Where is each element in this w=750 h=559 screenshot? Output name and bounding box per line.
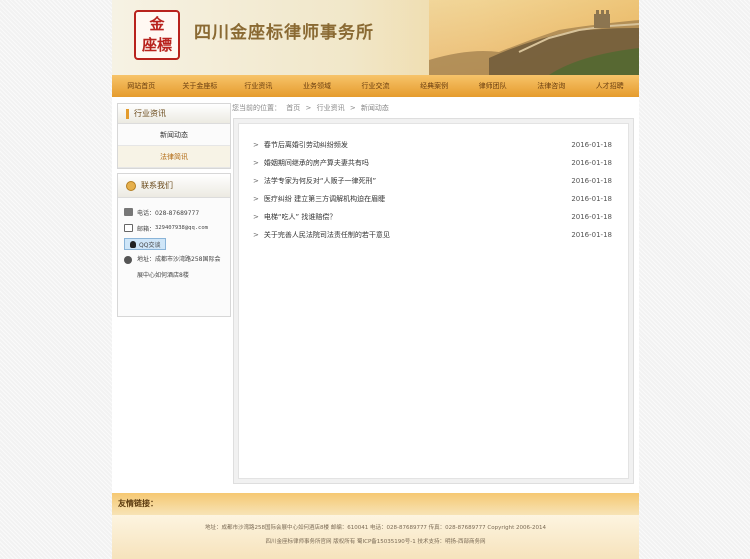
list-item[interactable]: 婚姻期间继承的房产算夫妻共有吗 2016-01-18 [239,154,628,172]
nav-item-about[interactable]: 关于金座标 [171,75,230,97]
qq-label: QQ交谈 [139,241,161,249]
nav-item-exchange[interactable]: 行业交流 [346,75,405,97]
sidebar-item-legal-brief[interactable]: 法律简讯 [118,146,230,168]
person-icon [126,180,136,191]
logo-text-1: 金 [149,15,165,33]
great-wall-banner-image [429,0,639,75]
list-item[interactable]: 春节后离婚引劳动纠纷频发 2016-01-18 [239,136,628,154]
nav-item-industry-news[interactable]: 行业资讯 [229,75,288,97]
breadcrumb: 您当前的位置： 首页 > 行业资讯 > 新闻动态 [232,103,392,113]
site-header: 金 座標 四川金座标律师事务所 [112,0,639,75]
email-label: 邮箱： [137,225,156,233]
contact-title: 联系我们 [141,180,173,190]
phone-row: 电话：028-87689777 [124,204,224,220]
logo-text-2: 座標 [141,36,172,54]
mail-icon [124,224,133,232]
nav-item-consulting[interactable]: 法律咨询 [522,75,581,97]
location-icon [124,256,132,264]
category-box: 行业资讯 新闻动态 法律简讯 [117,103,231,169]
page: 金 座標 四川金座标律师事务所 网站首页 关于金座标 行业资讯 业务领域 行业交… [112,0,639,559]
qq-penguin-icon [130,240,136,248]
site-footer: 地址：成都市沙湾路258国际会展中心如何酒店8楼 邮编：610041 电话：02… [112,515,639,559]
list-item[interactable]: 电梯“吃人” 找谁赔偿？ 2016-01-18 [239,208,628,226]
nav-item-home[interactable]: 网站首页 [112,75,171,97]
nav-item-cases[interactable]: 经典案例 [405,75,464,97]
footer-address: 地址：成都市沙湾路258国际会展中心如何酒店8楼 邮编：610041 电话：02… [204,525,547,531]
news-list-panel: 春节后离婚引劳动纠纷频发 2016-01-18 婚姻期间继承的房产算夫妻共有吗 … [233,118,634,484]
list-item[interactable]: 医疗纠纷 建立第三方调解机构迫在眉睫 2016-01-18 [239,190,628,208]
news-title[interactable]: 电梯“吃人” 找谁赔偿？ [253,208,336,226]
news-title[interactable]: 春节后离婚引劳动纠纷频发 [253,136,348,154]
breadcrumb-separator: > [305,104,312,112]
nav-item-careers[interactable]: 人才招聘 [581,75,640,97]
list-item[interactable]: 法学专家为何反对“人贩子一律死刑” 2016-01-18 [239,172,628,190]
news-date: 2016-01-18 [571,159,612,167]
phone-icon [124,208,133,216]
news-title[interactable]: 关于完善人民法院司法责任制的若干意见 [253,226,390,244]
header-bar-icon [126,108,129,119]
sidebar-item-news[interactable]: 新闻动态 [118,124,230,146]
news-title[interactable]: 医疗纠纷 建立第三方调解机构迫在眉睫 [253,190,385,208]
logo[interactable]: 金 座標 [134,10,180,60]
nav-item-team[interactable]: 律师团队 [463,75,522,97]
contact-box: 联系我们 电话：028-87689777 邮箱： 329407938@qq.co… [117,173,231,317]
news-list: 春节后离婚引劳动纠纷频发 2016-01-18 婚姻期间继承的房产算夫妻共有吗 … [238,123,629,479]
news-date: 2016-01-18 [571,195,612,203]
news-date: 2016-01-18 [571,177,612,185]
friend-links-bar: 友情链接： [112,493,639,515]
footer-copyright: 四川金座标律师事务所官网 版权所有 蜀ICP备15035190号-1 技术支持：… [265,539,486,545]
contact-header: 联系我们 [118,174,230,198]
address-row: 地址：成都市沙湾路258国际会 展中心如何酒店8楼 [124,252,224,284]
breadcrumb-section[interactable]: 行业资讯 [317,104,345,112]
news-title[interactable]: 法学专家为何反对“人贩子一律死刑” [253,172,376,190]
breadcrumb-separator: > [349,104,356,112]
main-nav: 网站首页 关于金座标 行业资讯 业务领域 行业交流 经典案例 律师团队 法律咨询… [112,75,639,97]
email-row: 邮箱： 329407938@qq.com [124,220,224,236]
address-line-2: 展中心如何酒店8楼 [137,272,189,279]
nav-item-practice-areas[interactable]: 业务领域 [288,75,347,97]
breadcrumb-prefix: 您当前的位置： [232,104,281,112]
qq-chat-button[interactable]: QQ交谈 [124,238,167,250]
news-title[interactable]: 婚姻期间继承的房产算夫妻共有吗 [253,154,369,172]
site-title: 四川金座标律师事务所 [194,23,374,43]
news-date: 2016-01-18 [571,231,612,239]
phone-text: 电话：028-87689777 [137,209,200,217]
contact-body: 电话：028-87689777 邮箱： 329407938@qq.com QQ交… [118,198,230,316]
news-date: 2016-01-18 [571,141,612,149]
email-value[interactable]: 329407938@qq.com [155,225,208,231]
breadcrumb-current: 新闻动态 [360,104,389,112]
category-header: 行业资讯 [118,104,230,124]
breadcrumb-home[interactable]: 首页 [286,104,300,112]
sidebar: 行业资讯 新闻动态 法律简讯 联系我们 电话：028-87689777 邮箱： … [117,103,231,321]
category-title: 行业资讯 [134,108,166,118]
address-line-1: 地址：成都市沙湾路258国际会 [137,256,221,263]
news-date: 2016-01-18 [571,213,612,221]
list-item[interactable]: 关于完善人民法院司法责任制的若干意见 2016-01-18 [239,226,628,244]
